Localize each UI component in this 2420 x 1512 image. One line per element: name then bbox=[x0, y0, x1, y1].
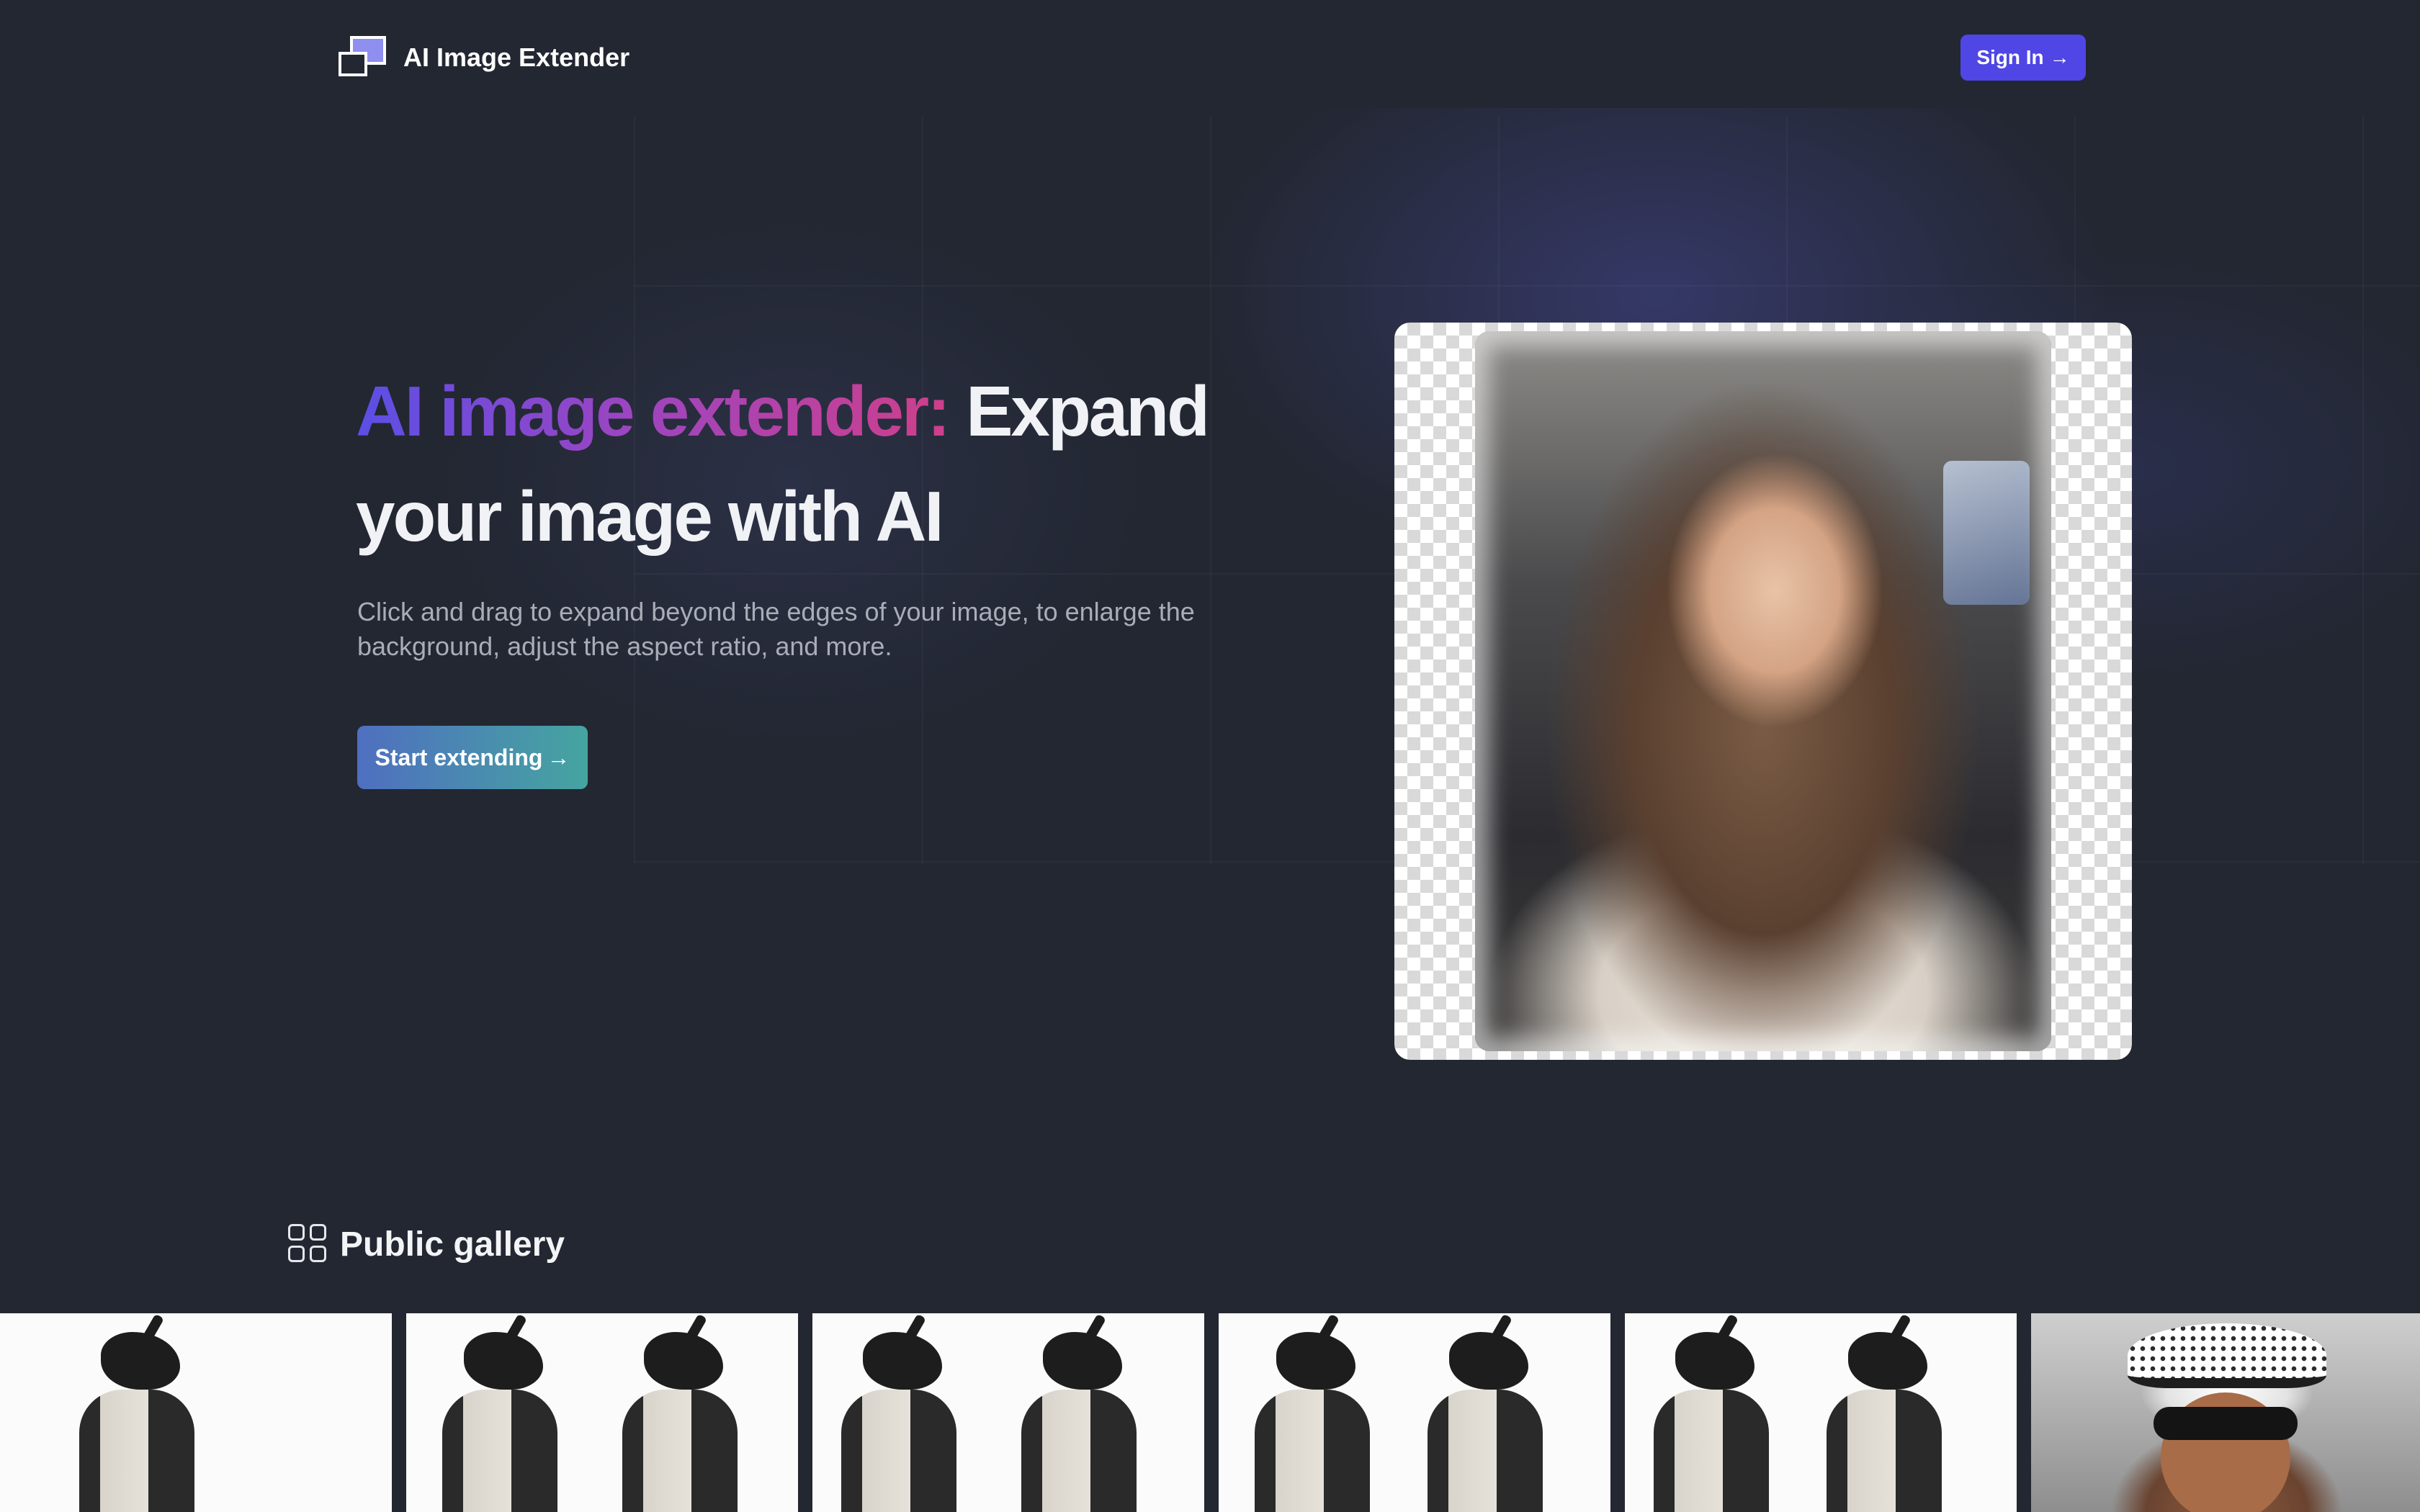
dragon-illustration bbox=[1240, 1313, 1384, 1512]
dragon-illustration bbox=[1007, 1313, 1151, 1512]
dragon-illustration bbox=[1639, 1313, 1783, 1512]
gallery-item[interactable] bbox=[1625, 1313, 2017, 1512]
sign-in-button[interactable]: Sign In → bbox=[1960, 35, 2086, 81]
hero-title: AI image extender: Expand your image wit… bbox=[356, 359, 1364, 569]
grid-line bbox=[2362, 115, 2364, 864]
gallery-item[interactable] bbox=[812, 1313, 1204, 1512]
brand-home-link[interactable]: AI Image Extender bbox=[337, 35, 629, 81]
site-header: AI Image Extender Sign In → bbox=[0, 0, 2420, 115]
dragon-illustration bbox=[1413, 1313, 1557, 1512]
brand-name: AI Image Extender bbox=[403, 42, 630, 72]
dragon-illustration bbox=[65, 1313, 209, 1512]
gallery-item[interactable] bbox=[1219, 1313, 1610, 1512]
gallery-item[interactable] bbox=[2031, 1313, 2420, 1512]
hero-subtitle: Click and drag to expand beyond the edge… bbox=[357, 597, 1195, 661]
dragon-illustration bbox=[827, 1313, 971, 1512]
arrow-right-icon: → bbox=[547, 744, 570, 770]
gallery-title: Public gallery bbox=[340, 1225, 565, 1264]
gallery-item[interactable] bbox=[406, 1313, 798, 1512]
cta-label: Start extending bbox=[375, 744, 543, 770]
sunglasses bbox=[2154, 1407, 2298, 1440]
grid-line bbox=[634, 285, 2420, 287]
gallery-grid-icon bbox=[288, 1224, 328, 1264]
sign-in-label: Sign In bbox=[1976, 46, 2044, 68]
gallery-item[interactable] bbox=[0, 1313, 392, 1512]
example-photo bbox=[1475, 331, 2051, 1051]
car-window bbox=[1943, 461, 2030, 605]
dragon-illustration bbox=[608, 1313, 752, 1512]
dragon-illustration bbox=[428, 1313, 572, 1512]
start-extending-button[interactable]: Start extending → bbox=[357, 726, 588, 789]
gallery-strip bbox=[0, 1313, 2420, 1512]
landing-page: AI Image Extender Sign In → AI image ext… bbox=[0, 0, 2420, 1512]
brand-logo-icon bbox=[337, 35, 389, 81]
gallery-header: Public gallery bbox=[288, 1221, 565, 1267]
dragon-illustration bbox=[1812, 1313, 1956, 1512]
hero-example-image bbox=[1394, 323, 2132, 1060]
arrow-right-icon: → bbox=[2049, 46, 2070, 68]
bucket-hat bbox=[2128, 1323, 2326, 1388]
hero-title-accent: AI image extender: bbox=[356, 372, 951, 451]
